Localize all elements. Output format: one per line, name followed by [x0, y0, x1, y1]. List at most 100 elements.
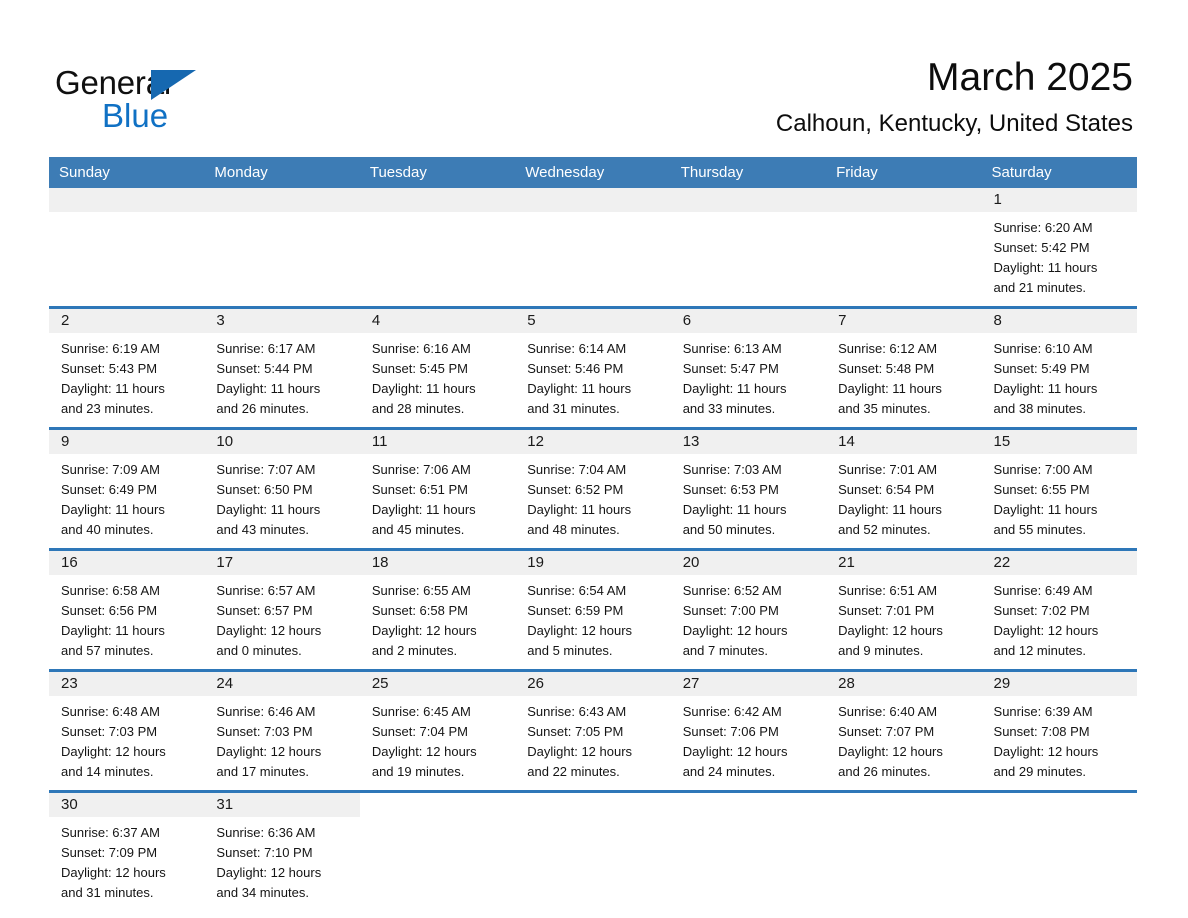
day-details: Sunrise: 6:54 AM Sunset: 6:59 PM Daylight:… [515, 575, 670, 669]
day-number: 15 [993, 433, 1011, 450]
calendar-day-cell[interactable]: 31 Sunrise: 6:36 AM Sunset: 7:10 PM Dayligh… [204, 793, 360, 911]
day-number: 30 [61, 796, 78, 813]
calendar-day-cell[interactable]: 22 Sunrise: 6:49 AM Sunset: 7:02 PM Dayligh… [981, 551, 1137, 669]
calendar-day-cell[interactable]: 2 Sunrise: 6:19 AM Sunset: 5:43 PM Daylight… [49, 309, 205, 427]
calendar-weeks: 1 Sunrise: 6:20 AM Sunset: 5:42 PM Daylight… [49, 188, 1137, 911]
weekday-thursday: Thursday [680, 164, 744, 181]
day-details: Sunrise: 7:06 AM Sunset: 6:51 PM Daylight:… [360, 454, 515, 548]
day-number-band: 6 [670, 309, 827, 333]
calendar-day-cell[interactable]: 15 Sunrise: 7:00 AM Sunset: 6:55 PM Dayligh… [981, 430, 1137, 548]
calendar-day-cell[interactable]: 23 Sunrise: 6:48 AM Sunset: 7:03 PM Dayligh… [49, 672, 205, 790]
sunset-time: Sunset: 5:42 PM [993, 240, 1090, 255]
daylight-duration-line2: and 2 minutes. [371, 643, 458, 658]
day-number-band: 24 [204, 672, 360, 696]
daylight-duration-line2: and 43 minutes. [216, 522, 309, 537]
calendar-day-cell[interactable]: 1 Sunrise: 6:20 AM Sunset: 5:42 PM Daylight… [981, 188, 1137, 306]
sunset-time: Sunset: 7:00 PM [682, 603, 779, 618]
calendar-day-cell[interactable]: 27 Sunrise: 6:42 AM Sunset: 7:06 PM Dayligh… [670, 672, 827, 790]
daylight-duration-line1: Daylight: 11 hours [993, 260, 1098, 275]
day-number-band: 29 [981, 672, 1137, 696]
calendar-day-cell[interactable]: 18 Sunrise: 6:55 AM Sunset: 6:58 PM Dayligh… [359, 551, 516, 669]
sunset-time: Sunset: 7:04 PM [371, 724, 468, 739]
day-number-band [359, 188, 516, 212]
calendar-day-cell[interactable]: 25 Sunrise: 6:45 AM Sunset: 7:04 PM Dayligh… [359, 672, 516, 790]
day-number: 1 [993, 191, 1002, 208]
calendar-day-cell[interactable]: 30 Sunrise: 6:37 AM Sunset: 7:09 PM Dayligh… [49, 793, 205, 911]
calendar-empty-cell [49, 188, 205, 306]
calendar-day-cell[interactable]: 28 Sunrise: 6:40 AM Sunset: 7:07 PM Dayligh… [826, 672, 982, 790]
daylight-duration-line1: Daylight: 11 hours [61, 502, 165, 517]
day-number: 29 [993, 675, 1011, 692]
calendar-day-cell[interactable]: 21 Sunrise: 6:51 AM Sunset: 7:01 PM Dayligh… [826, 551, 982, 669]
day-details: Sunrise: 6:42 AM Sunset: 7:06 PM Daylight:… [671, 696, 826, 790]
day-number-band: 11 [359, 430, 516, 454]
day-details: Sunrise: 7:01 AM Sunset: 6:54 PM Daylight:… [826, 454, 981, 548]
calendar-day-cell[interactable]: 12 Sunrise: 7:04 AM Sunset: 6:52 PM Dayligh… [515, 430, 671, 548]
daylight-duration-line1: Daylight: 12 hours [371, 744, 477, 759]
daylight-duration-line2: and 57 minutes. [61, 643, 154, 658]
calendar-day-cell[interactable]: 11 Sunrise: 7:06 AM Sunset: 6:51 PM Dayligh… [359, 430, 516, 548]
calendar-day-cell[interactable]: 26 Sunrise: 6:43 AM Sunset: 7:05 PM Dayligh… [515, 672, 671, 790]
day-number-band: 19 [515, 551, 671, 575]
daylight-duration-line1: Daylight: 12 hours [216, 865, 322, 880]
day-details: Sunrise: 6:14 AM Sunset: 5:46 PM Daylight:… [515, 333, 670, 427]
sunrise-time: Sunrise: 6:46 AM [216, 704, 316, 719]
calendar-day-cell[interactable]: 29 Sunrise: 6:39 AM Sunset: 7:08 PM Dayligh… [981, 672, 1137, 790]
sunrise-time: Sunrise: 6:39 AM [993, 704, 1093, 719]
calendar-day-cell[interactable]: 13 Sunrise: 7:03 AM Sunset: 6:53 PM Dayligh… [670, 430, 827, 548]
calendar-day-cell[interactable]: 14 Sunrise: 7:01 AM Sunset: 6:54 PM Dayligh… [826, 430, 982, 548]
daylight-duration-line1: Daylight: 11 hours [216, 381, 321, 396]
daylight-duration-line2: and 24 minutes. [682, 764, 776, 779]
calendar-week-row: 16 Sunrise: 6:58 AM Sunset: 6:56 PM Dayligh… [49, 548, 1137, 669]
calendar-day-cell[interactable]: 17 Sunrise: 6:57 AM Sunset: 6:57 PM Dayligh… [204, 551, 360, 669]
calendar-page: General Blue March 2025 Calhoun, Kentuck… [0, 0, 1188, 918]
calendar-day-cell[interactable]: 16 Sunrise: 6:58 AM Sunset: 6:56 PM Dayligh… [49, 551, 205, 669]
calendar-day-cell[interactable]: 7 Sunrise: 6:12 AM Sunset: 5:48 PM Daylight… [826, 309, 982, 427]
sunrise-time: Sunrise: 7:04 AM [527, 462, 627, 477]
day-details: Sunrise: 6:57 AM Sunset: 6:57 PM Daylight:… [204, 575, 359, 669]
sunset-time: Sunset: 5:44 PM [216, 361, 313, 376]
calendar-day-cell[interactable]: 20 Sunrise: 6:52 AM Sunset: 7:00 PM Dayligh… [670, 551, 827, 669]
calendar-day-cell[interactable]: 6 Sunrise: 6:13 AM Sunset: 5:47 PM Daylight… [670, 309, 827, 427]
daylight-duration-line1: Daylight: 11 hours [838, 502, 942, 517]
day-details: Sunrise: 6:20 AM Sunset: 5:42 PM Daylight:… [982, 212, 1137, 306]
calendar-day-cell[interactable]: 8 Sunrise: 6:10 AM Sunset: 5:49 PM Daylight… [981, 309, 1137, 427]
page-header: General Blue March 2025 Calhoun, Kentuck… [0, 0, 1188, 157]
day-number-band: 17 [204, 551, 360, 575]
day-number: 6 [682, 312, 692, 329]
day-details: Sunrise: 6:40 AM Sunset: 7:07 PM Daylight:… [826, 696, 981, 790]
calendar-day-cell[interactable]: 10 Sunrise: 7:07 AM Sunset: 6:50 PM Dayligh… [204, 430, 360, 548]
sunset-time: Sunset: 6:54 PM [838, 482, 935, 497]
daylight-duration-line1: Daylight: 11 hours [527, 502, 632, 517]
calendar-day-cell[interactable]: 24 Sunrise: 6:46 AM Sunset: 7:03 PM Dayligh… [204, 672, 360, 790]
sunrise-time: Sunrise: 7:07 AM [216, 462, 316, 477]
daylight-duration-line1: Daylight: 11 hours [993, 381, 1098, 396]
day-number: 8 [993, 312, 1002, 329]
day-number: 19 [527, 554, 544, 571]
sunrise-time: Sunrise: 6:58 AM [61, 583, 160, 598]
sunrise-time: Sunrise: 6:42 AM [682, 704, 782, 719]
calendar-empty-cell [359, 188, 516, 306]
calendar-empty-cell [515, 188, 671, 306]
sunrise-time: Sunrise: 6:36 AM [216, 825, 316, 840]
calendar-day-cell[interactable]: 9 Sunrise: 7:09 AM Sunset: 6:49 PM Daylight… [49, 430, 205, 548]
day-number-band: 9 [49, 430, 205, 454]
daylight-duration-line1: Daylight: 11 hours [371, 502, 476, 517]
calendar-day-cell[interactable]: 3 Sunrise: 6:17 AM Sunset: 5:44 PM Daylight… [204, 309, 360, 427]
calendar-day-cell[interactable]: 4 Sunrise: 6:16 AM Sunset: 5:45 PM Daylight… [359, 309, 516, 427]
sunrise-time: Sunrise: 6:16 AM [371, 341, 471, 356]
day-details: Sunrise: 7:00 AM Sunset: 6:55 PM Daylight:… [982, 454, 1137, 548]
daylight-duration-line2: and 5 minutes. [527, 643, 613, 658]
weekday-saturday: Saturday [991, 164, 1052, 181]
logo-word-blue: Blue [102, 97, 169, 134]
weekday-tuesday: Tuesday [369, 164, 427, 181]
day-number-band: 21 [826, 551, 982, 575]
daylight-duration-line2: and 22 minutes. [527, 764, 620, 779]
day-number: 23 [61, 675, 78, 692]
calendar-day-cell[interactable]: 19 Sunrise: 6:54 AM Sunset: 6:59 PM Dayligh… [515, 551, 671, 669]
daylight-duration-line2: and 38 minutes. [993, 401, 1087, 416]
calendar-day-cell[interactable]: 5 Sunrise: 6:14 AM Sunset: 5:46 PM Daylight… [515, 309, 671, 427]
daylight-duration-line2: and 23 minutes. [61, 401, 154, 416]
daylight-duration-line2: and 31 minutes. [527, 401, 620, 416]
sunset-time: Sunset: 6:51 PM [371, 482, 468, 497]
